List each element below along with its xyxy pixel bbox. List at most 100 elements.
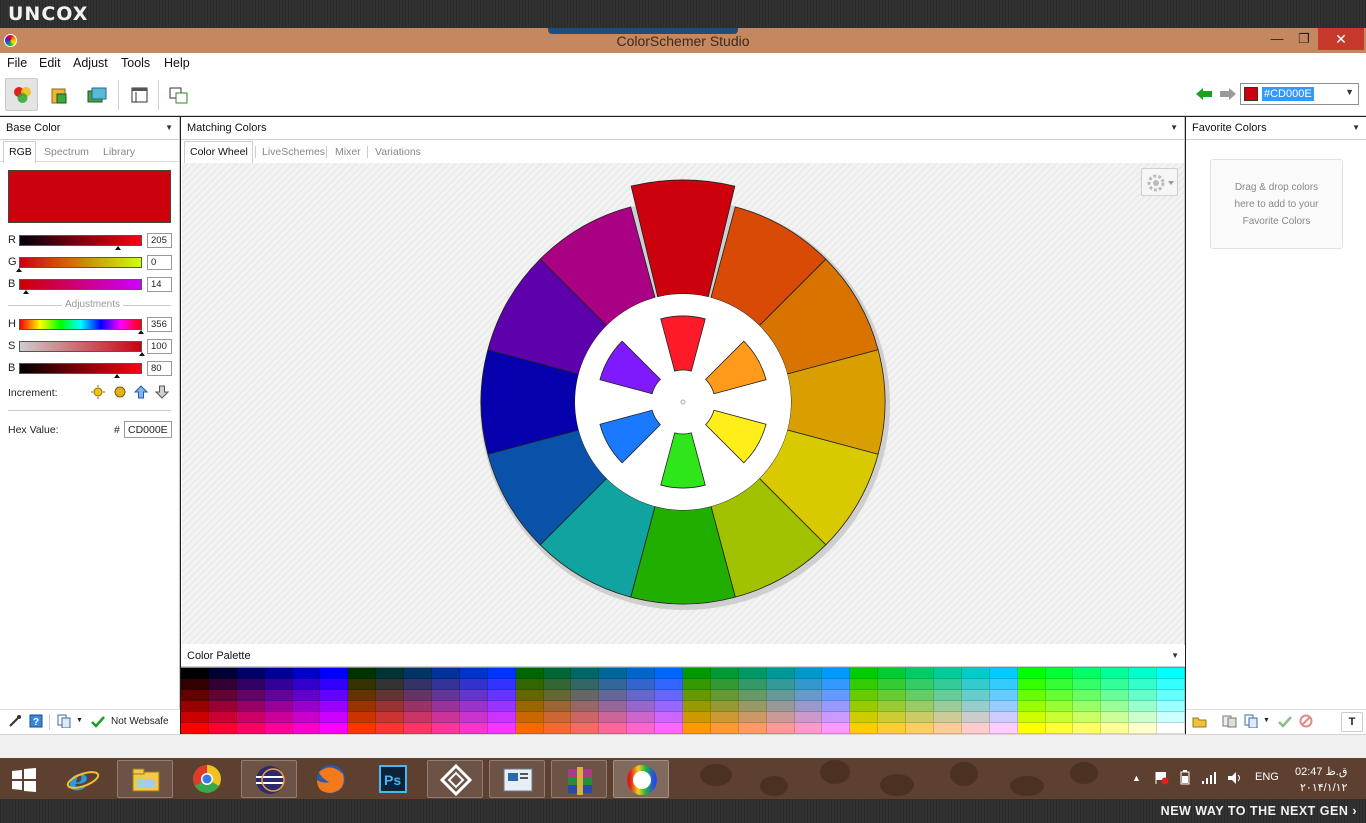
palette-swatch[interactable] xyxy=(181,701,209,712)
taskbar-ie[interactable]: e xyxy=(55,760,111,798)
palette-swatch[interactable] xyxy=(459,690,488,701)
help-icon[interactable]: ? xyxy=(29,714,43,728)
palette-swatch[interactable] xyxy=(1045,712,1074,723)
palette-swatch[interactable] xyxy=(320,712,349,723)
palette-swatch[interactable] xyxy=(766,701,795,712)
palette-swatch[interactable] xyxy=(766,712,795,723)
current-color-combo[interactable]: #CD000E ▼ xyxy=(1240,83,1359,105)
tray-clock-date[interactable]: ۲۰۱۴/۱/۱۲ xyxy=(1300,781,1347,794)
palette-swatch[interactable] xyxy=(1157,723,1185,734)
copy-icon[interactable] xyxy=(57,714,71,728)
palette-swatch[interactable] xyxy=(404,701,432,712)
palette-swatch[interactable] xyxy=(571,690,600,701)
palette-swatch[interactable] xyxy=(1129,668,1158,679)
chevron-down-icon[interactable]: ▼ xyxy=(1170,123,1178,132)
hsb-value-s[interactable]: 100 xyxy=(147,339,172,354)
window-titlebar[interactable]: ColorSchemer Studio — ❐ ✕ xyxy=(0,28,1366,53)
palette-swatch[interactable] xyxy=(1101,701,1130,712)
palette-swatch[interactable] xyxy=(208,679,237,690)
slider-thumb[interactable] xyxy=(114,374,121,378)
tab-library[interactable]: Library xyxy=(103,146,135,158)
palette-swatch[interactable] xyxy=(571,723,600,734)
palette-swatch[interactable] xyxy=(292,668,321,679)
tray-clock-time[interactable]: 02:47 ق.ظ xyxy=(1295,765,1347,778)
menu-help[interactable]: Help xyxy=(164,56,190,70)
palette-swatch[interactable] xyxy=(264,690,293,701)
palette-swatch[interactable] xyxy=(961,668,990,679)
palette-swatch[interactable] xyxy=(878,668,907,679)
palette-swatch[interactable] xyxy=(1073,690,1102,701)
gallery-tool-button[interactable] xyxy=(79,78,112,111)
palette-swatch[interactable] xyxy=(599,723,628,734)
palette-swatch[interactable] xyxy=(989,701,1018,712)
tab-mixer[interactable]: Mixer xyxy=(335,146,361,158)
palette-grid[interactable] xyxy=(181,667,1185,734)
palette-swatch[interactable] xyxy=(794,690,823,701)
palette-swatch[interactable] xyxy=(822,701,851,712)
tab-spectrum[interactable]: Spectrum xyxy=(44,146,89,158)
palette-swatch[interactable] xyxy=(961,712,990,723)
palette-swatch[interactable] xyxy=(794,701,823,712)
palette-swatch[interactable] xyxy=(543,690,572,701)
palette-swatch[interactable] xyxy=(683,701,711,712)
palette-swatch[interactable] xyxy=(989,668,1018,679)
palette-swatch[interactable] xyxy=(738,723,767,734)
chevron-down-icon[interactable]: ▼ xyxy=(1352,123,1360,132)
taskbar-presentation[interactable] xyxy=(489,760,545,798)
palette-swatch[interactable] xyxy=(515,668,544,679)
palette-swatch[interactable] xyxy=(794,712,823,723)
palette-swatch[interactable] xyxy=(348,679,377,690)
color-wheel-canvas[interactable] xyxy=(182,163,1184,644)
palette-swatch[interactable] xyxy=(738,712,767,723)
palette-swatch[interactable] xyxy=(404,668,432,679)
palette-swatch[interactable] xyxy=(515,723,544,734)
current-hex-text[interactable]: #CD000E xyxy=(1262,87,1314,101)
base-color-swatch[interactable] xyxy=(8,170,171,223)
palette-swatch[interactable] xyxy=(766,690,795,701)
palette-swatch[interactable] xyxy=(934,723,962,734)
palette-swatch[interactable] xyxy=(376,679,405,690)
slider-thumb[interactable] xyxy=(16,268,22,272)
palette-swatch[interactable] xyxy=(766,723,795,734)
palette-swatch[interactable] xyxy=(627,701,656,712)
palette-swatch[interactable] xyxy=(599,712,628,723)
palette-swatch[interactable] xyxy=(376,701,405,712)
palette-swatch[interactable] xyxy=(1045,690,1074,701)
palette-swatch[interactable] xyxy=(655,668,683,679)
palette-swatch[interactable] xyxy=(878,679,907,690)
tab-liveschemes[interactable]: LiveSchemes xyxy=(262,146,325,158)
palette-swatch[interactable] xyxy=(1045,701,1074,712)
palette-swatch[interactable] xyxy=(878,723,907,734)
palette-swatch[interactable] xyxy=(376,668,405,679)
palette-swatch[interactable] xyxy=(738,679,767,690)
palette-swatch[interactable] xyxy=(348,690,377,701)
down-arrow-icon[interactable] xyxy=(155,385,169,399)
palette-swatch[interactable] xyxy=(487,712,516,723)
palette-swatch[interactable] xyxy=(348,701,377,712)
palette-swatch[interactable] xyxy=(487,679,516,690)
palette-swatch[interactable] xyxy=(320,690,349,701)
palette-swatch[interactable] xyxy=(906,668,934,679)
palette-swatch[interactable] xyxy=(181,712,209,723)
palette-swatch[interactable] xyxy=(1045,679,1074,690)
tray-network-icon[interactable] xyxy=(1201,770,1217,786)
palette-swatch[interactable] xyxy=(432,690,460,701)
palette-swatch[interactable] xyxy=(850,701,879,712)
palette-swatch[interactable] xyxy=(599,701,628,712)
close-button[interactable]: ✕ xyxy=(1318,28,1364,50)
palette-swatch[interactable] xyxy=(432,679,460,690)
tab-color-wheel[interactable]: Color Wheel xyxy=(190,146,248,158)
palette-swatch[interactable] xyxy=(208,701,237,712)
palette-swatch[interactable] xyxy=(1073,668,1102,679)
palette-swatch[interactable] xyxy=(348,723,377,734)
menu-edit[interactable]: Edit xyxy=(39,56,61,70)
lighten-icon[interactable] xyxy=(91,385,105,399)
hsb-slider-s[interactable] xyxy=(19,341,142,352)
palette-swatch[interactable] xyxy=(571,679,600,690)
clear-favorites-icon[interactable] xyxy=(1299,714,1313,728)
palette-swatch[interactable] xyxy=(710,712,739,723)
tray-volume-icon[interactable] xyxy=(1226,770,1242,786)
palette-swatch[interactable] xyxy=(236,668,265,679)
palette-swatch[interactable] xyxy=(710,668,739,679)
favorites-drop-zone[interactable]: Drag & drop colors here to add to your F… xyxy=(1210,159,1343,249)
